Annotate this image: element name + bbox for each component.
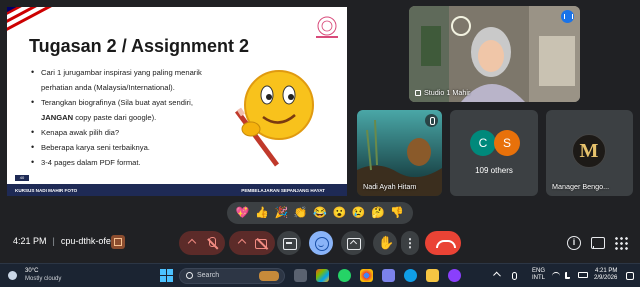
slide-footer-left: KURSUS NADI MAHIR FOTO: [15, 187, 78, 193]
present-button[interactable]: [341, 231, 365, 255]
muted-icon: [425, 114, 438, 127]
copilot-icon[interactable]: [316, 269, 329, 282]
writing-emoji-illustration: [234, 70, 314, 167]
activities-button[interactable]: [614, 236, 628, 250]
reaction-thumbs-down-button[interactable]: 👎: [389, 205, 405, 221]
bullet-item: 3-4 pages dalam PDF format.: [31, 155, 221, 170]
chevron-up-icon: [237, 238, 247, 248]
language-indicator[interactable]: ENG INTL: [532, 268, 545, 282]
windows-start-icon[interactable]: [160, 269, 173, 282]
reaction-sad-button[interactable]: 😢: [351, 205, 367, 221]
emoji-icon: [314, 236, 329, 251]
microphone-icon[interactable]: [512, 272, 517, 280]
camera-off-icon[interactable]: [255, 236, 269, 250]
teams-icon[interactable]: [382, 269, 395, 282]
participant-name: Studio 1 Mahir: [415, 88, 470, 97]
participant-tile-speaker[interactable]: Studio 1 Mahir: [409, 6, 580, 102]
captions-button[interactable]: [277, 231, 301, 255]
participant-name: Nadi Ayah Hitam: [363, 182, 417, 191]
presenting-indicator-icon[interactable]: [111, 235, 125, 249]
app-icon[interactable]: [448, 269, 461, 282]
participant-name: Manager Bengo...: [552, 182, 610, 191]
microphone-control: [179, 231, 225, 255]
hang-up-icon: [436, 236, 456, 250]
present-icon: [346, 236, 361, 250]
raise-hand-icon: ✋: [378, 235, 395, 250]
meeting-time: 4:21 PM: [13, 236, 47, 246]
chevron-up-icon[interactable]: [493, 271, 501, 280]
participant-avatar: M: [572, 134, 606, 168]
separator: |: [52, 236, 55, 246]
more-options-button[interactable]: ⋮: [401, 231, 419, 255]
meeting-details-button[interactable]: i: [567, 236, 581, 250]
more-options-icon: ⋮: [404, 236, 416, 250]
presentation-slide: Tugasan 2 / Assignment 2 Cari 1 jurugamb…: [7, 7, 347, 196]
speaking-indicator-icon: [561, 10, 574, 23]
reaction-thinking-button[interactable]: 🤔: [370, 205, 386, 221]
reaction-surprised-button[interactable]: 😮: [331, 205, 347, 221]
course-logo: [316, 16, 338, 38]
meeting-info-text: 4:21 PM | cpu-dthk-ofe: [13, 236, 111, 246]
bullet-item: Cari 1 jurugambar inspirasi yang paling …: [31, 65, 221, 80]
reaction-bar: 💖 👍 🎉 👏 😂 😮 😢 🤔 👎: [227, 202, 413, 224]
weather-condition: Mostly cloudy: [25, 276, 62, 282]
bullet-item-continuation: perhatian anda (Malaysia/International).: [41, 83, 175, 92]
file-explorer-icon[interactable]: [426, 269, 439, 282]
captions-icon: [282, 236, 297, 250]
edge-icon[interactable]: [404, 269, 417, 282]
search-placeholder: Search: [197, 272, 220, 279]
participant-avatar: C: [470, 130, 496, 156]
taskbar-search[interactable]: Search: [179, 268, 285, 284]
meet-window: Tugasan 2 / Assignment 2 Cari 1 jurugamb…: [0, 0, 640, 263]
audio-options-button[interactable]: [185, 236, 199, 250]
slide-footer-right: PEMBELAJARAN SEPANJANG HAYAT: [241, 187, 325, 193]
chat-button[interactable]: [590, 236, 605, 250]
leave-call-button[interactable]: [425, 231, 461, 255]
wifi-icon[interactable]: [552, 272, 560, 279]
slide-title: Tugasan 2 / Assignment 2: [29, 36, 250, 56]
participant-avatar: S: [494, 130, 520, 156]
reaction-heart-button[interactable]: 💖: [235, 205, 251, 221]
chevron-up-icon: [187, 238, 197, 248]
mic-off-icon[interactable]: [205, 236, 219, 250]
battery-icon[interactable]: [578, 272, 588, 278]
others-count-label: 109 others: [475, 166, 513, 175]
reactions-button[interactable]: [309, 231, 333, 255]
search-icon: [186, 272, 193, 279]
reaction-clap-button[interactable]: 👏: [293, 205, 309, 221]
system-clock[interactable]: 4:21 PM 2/9/2026: [594, 268, 617, 282]
malaysia-flag-decoration: [7, 7, 55, 35]
reaction-laugh-button[interactable]: 😂: [312, 205, 328, 221]
cloudy-icon: [8, 271, 17, 280]
reaction-thumbs-up-button[interactable]: 👍: [254, 205, 270, 221]
slide-number: 40: [15, 175, 29, 181]
whatsapp-icon[interactable]: [338, 269, 351, 282]
notification-icon[interactable]: [626, 272, 634, 280]
video-options-button[interactable]: [235, 236, 249, 250]
task-view-icon[interactable]: [294, 269, 307, 282]
bullet-item: Terangkan biografinya (Sila buat ayat se…: [31, 95, 221, 110]
camera-control: [229, 231, 275, 255]
slide-bullet-list: Cari 1 jurugambar inspirasi yang paling …: [31, 65, 221, 170]
weather-temp: 30°C: [25, 268, 39, 274]
meeting-code: cpu-dthk-ofe: [60, 236, 111, 246]
participant-tile-manager[interactable]: M Manager Bengo...: [546, 110, 633, 196]
volume-icon[interactable]: [565, 272, 570, 279]
bullet-item-continuation: JANGAN copy paste dari google).: [41, 113, 157, 122]
participant-tile-others[interactable]: C S 109 others: [450, 110, 538, 196]
reaction-party-button[interactable]: 🎉: [273, 205, 289, 221]
bullet-item: Beberapa karya seni terbaiknya.: [31, 140, 221, 155]
raise-hand-button[interactable]: ✋: [373, 231, 397, 255]
pinned-icon: [415, 90, 421, 96]
chrome-icon[interactable]: [360, 269, 373, 282]
participant-tile-nadi-ayah-hitam[interactable]: Nadi Ayah Hitam: [357, 110, 442, 196]
search-highlight-icon: [259, 271, 279, 281]
slide-footer: KURSUS NADI MAHIR FOTO PEMBELAJARAN SEPA…: [7, 184, 347, 196]
windows-taskbar: 30°C Mostly cloudy Search ENG INTL 4:21 …: [0, 263, 640, 287]
bullet-item: Kenapa awak pilih dia?: [31, 125, 221, 140]
